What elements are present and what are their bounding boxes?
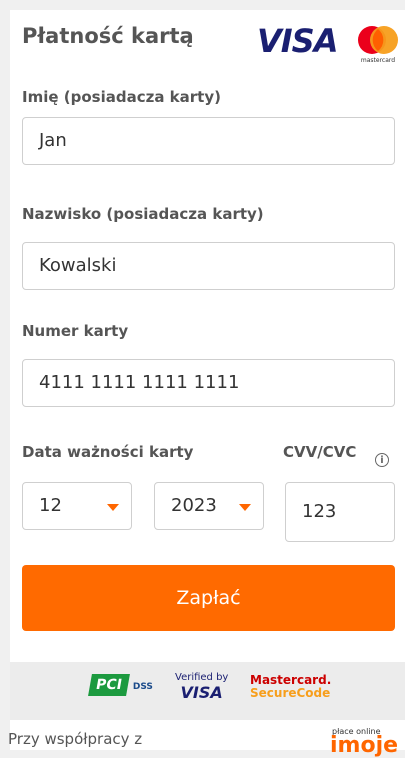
imoje-logo: imoje — [330, 733, 399, 758]
pci-dss-badge: PCI DSS — [88, 674, 153, 696]
page-title: Płatność kartą — [22, 24, 194, 48]
mastercard-securecode-badge: Mastercard. SecureCode — [250, 674, 331, 700]
payment-card: Płatność kartą VISA mastercard Imię (pos… — [8, 10, 405, 758]
footer-text: Przy współpracy z — [8, 730, 143, 748]
expiry-year-select[interactable]: 2023 — [154, 482, 264, 530]
mastercard-logo-text: mastercard — [361, 57, 395, 64]
first-name-input[interactable]: Jan — [22, 117, 395, 165]
verified-by-text: Verified by — [175, 672, 229, 683]
security-badges: PCI DSS Verified by VISA Mastercard. Sec… — [10, 662, 405, 720]
last-name-label: Nazwisko (posiadacza karty) — [22, 205, 264, 223]
expiry-label: Data ważności karty — [22, 443, 194, 461]
cvv-input[interactable]: 123 — [285, 482, 395, 542]
card-number-label: Numer karty — [22, 322, 129, 340]
pay-button[interactable]: Zapłać — [22, 565, 395, 631]
verified-by-visa-badge: Verified by VISA — [175, 672, 228, 702]
expiry-month-select[interactable]: 12 — [22, 482, 132, 530]
mc-securecode-line2: SecureCode — [250, 686, 331, 700]
cvv-label: CVV/CVC — [283, 443, 357, 461]
first-name-label: Imię (posiadacza karty) — [22, 88, 221, 106]
chevron-down-icon — [239, 504, 251, 511]
visa-logo: VISA — [257, 22, 338, 60]
info-icon[interactable]: i — [375, 453, 389, 467]
last-name-input[interactable]: Kowalski — [22, 242, 395, 290]
expiry-month-value: 12 — [39, 495, 62, 516]
verified-visa-text: VISA — [180, 683, 223, 702]
chevron-down-icon — [107, 504, 119, 511]
card-number-input[interactable]: 4111 1111 1111 1111 — [22, 359, 395, 407]
mastercard-logo: mastercard — [358, 26, 398, 64]
dss-text: DSS — [132, 682, 153, 692]
pci-text: PCI — [88, 674, 130, 696]
expiry-year-value: 2023 — [171, 495, 217, 516]
